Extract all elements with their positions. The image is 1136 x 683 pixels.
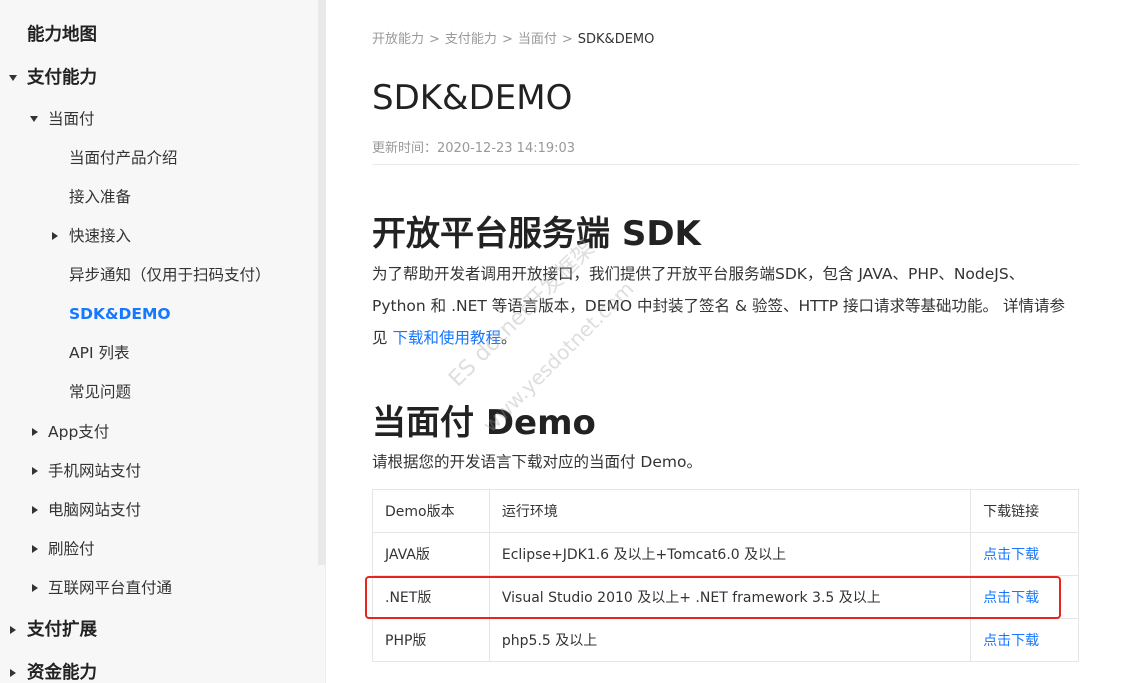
sidebar-item-platform-direct-pay[interactable]: 互联网平台直付通	[48, 578, 172, 598]
divider	[372, 164, 1079, 165]
demo-intro: 请根据您的开发语言下载对应的当面付 Demo。	[372, 453, 702, 471]
sdk-description: 为了帮助开发者调用开放接口，我们提供了开放平台服务端SDK，包含 JAVA、PH…	[372, 258, 1079, 354]
sidebar-item-pc-pay[interactable]: 电脑网站支付	[48, 500, 141, 520]
table-row: PHP版 php5.5 及以上 点击下载	[372, 618, 1079, 662]
runtime-env: Visual Studio 2010 及以上+ .NET framework 3…	[488, 575, 972, 619]
sdk-desc-prefix: 见	[372, 329, 393, 347]
demo-version: PHP版	[372, 618, 490, 662]
sidebar-item-capability-map[interactable]: 能力地图	[27, 25, 97, 45]
sidebar-item-sdk-demo[interactable]: SDK&DEMO	[69, 304, 171, 324]
sidebar-item-api-list[interactable]: API 列表	[69, 343, 129, 363]
tutorial-link[interactable]: 下载和使用教程	[392, 329, 501, 347]
chevron-right-icon[interactable]	[32, 467, 38, 475]
sidebar-nav: 能力地图 支付能力 当面付 当面付产品介绍 接入准备 快速接入 异步通知（仅用于…	[0, 0, 326, 683]
demo-version: JAVA版	[372, 532, 490, 576]
sdk-section-title: 开放平台服务端 SDK	[372, 214, 701, 254]
sidebar-scrollbar[interactable]	[318, 0, 326, 565]
sidebar-item-face-to-face[interactable]: 当面付	[48, 109, 95, 129]
breadcrumb-item[interactable]: 开放能力	[372, 32, 424, 47]
chevron-right-icon[interactable]	[32, 545, 38, 553]
page-title: SDK&DEMO	[372, 78, 573, 118]
demo-section-title: 当面付 Demo	[372, 403, 596, 443]
breadcrumb-separator: >	[501, 32, 513, 47]
sidebar-item-payment-ext[interactable]: 支付扩展	[27, 620, 97, 640]
download-link[interactable]: 点击下载	[970, 532, 1079, 576]
download-link[interactable]: 点击下载	[970, 618, 1079, 662]
column-header: 运行环境	[488, 489, 972, 533]
breadcrumb-separator: >	[561, 32, 573, 47]
table-row: .NET版 Visual Studio 2010 及以上+ .NET frame…	[372, 575, 1079, 619]
chevron-right-icon[interactable]	[32, 428, 38, 436]
breadcrumb-separator: >	[429, 32, 440, 47]
sdk-desc-line: Python 和 .NET 等语言版本，DEMO 中封装了签名 & 验签、HTT…	[372, 297, 1065, 315]
runtime-env: Eclipse+JDK1.6 及以上+Tomcat6.0 及以上	[488, 532, 972, 576]
chevron-right-icon[interactable]	[32, 584, 38, 592]
column-header: Demo版本	[372, 489, 490, 533]
breadcrumb-item[interactable]: 支付能力	[445, 32, 497, 47]
breadcrumb: 开放能力 > 支付能力 > 当面付 > SDK&DEMO	[372, 28, 654, 47]
demo-table: Demo版本 运行环境 下载链接 JAVA版 Eclipse+JDK1.6 及以…	[372, 489, 1079, 662]
sidebar-item-faq[interactable]: 常见问题	[69, 382, 131, 402]
download-link[interactable]: 点击下载	[970, 575, 1079, 619]
sidebar-item-funds[interactable]: 资金能力	[27, 663, 97, 683]
sdk-desc-suffix: 。	[500, 329, 517, 347]
chevron-right-icon[interactable]	[32, 506, 38, 514]
sidebar-item-async-notify[interactable]: 异步通知（仅用于扫码支付）	[69, 265, 271, 285]
sidebar-item-preparation[interactable]: 接入准备	[69, 187, 131, 207]
sdk-desc-line: 见 下载和使用教程。	[372, 322, 1079, 354]
column-header: 下载链接	[970, 489, 1079, 533]
chevron-down-icon[interactable]	[9, 75, 17, 81]
chevron-right-icon[interactable]	[10, 626, 16, 634]
table-header-row: Demo版本 运行环境 下载链接	[372, 489, 1079, 533]
demo-version: .NET版	[372, 575, 490, 619]
runtime-env: php5.5 及以上	[488, 618, 972, 662]
update-time: 更新时间：2020-12-23 14:19:03	[372, 141, 576, 156]
sidebar-item-quick-start[interactable]: 快速接入	[69, 226, 131, 246]
sidebar-item-face-pay[interactable]: 刷脸付	[48, 539, 95, 559]
sidebar-item-app-pay[interactable]: App支付	[48, 422, 109, 442]
sidebar-item-wap-pay[interactable]: 手机网站支付	[48, 461, 141, 481]
sdk-desc-line: 为了帮助开发者调用开放接口，我们提供了开放平台服务端SDK，包含 JAVA、PH…	[372, 265, 1025, 283]
sidebar-item-payment[interactable]: 支付能力	[27, 68, 97, 88]
sidebar-item-product-intro[interactable]: 当面付产品介绍	[69, 148, 178, 168]
chevron-right-icon[interactable]	[52, 232, 58, 240]
breadcrumb-item[interactable]: 当面付	[518, 32, 557, 47]
breadcrumb-current: SDK&DEMO	[577, 32, 655, 47]
chevron-right-icon[interactable]	[10, 669, 16, 677]
chevron-down-icon[interactable]	[30, 116, 38, 122]
table-row: JAVA版 Eclipse+JDK1.6 及以上+Tomcat6.0 及以上 点…	[372, 532, 1079, 576]
